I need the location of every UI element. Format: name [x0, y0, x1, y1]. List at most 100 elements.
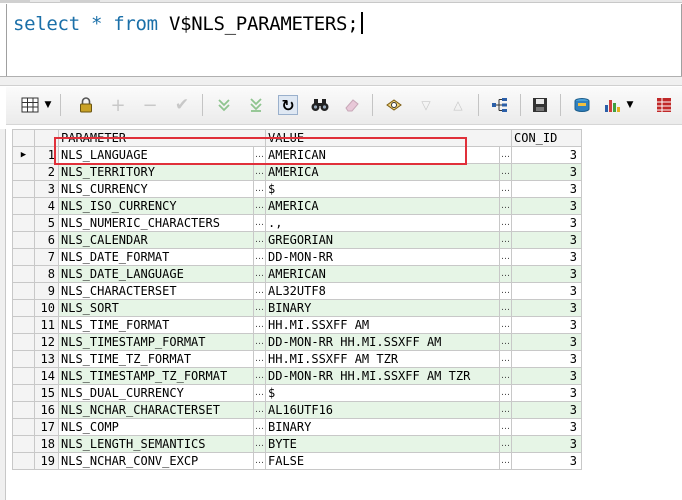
parameter-cell[interactable]: NLS_DUAL_CURRENCY — [58, 384, 254, 402]
chevron-down-icon[interactable]: ▼ — [42, 95, 54, 115]
table-row[interactable]: 19 NLS_NCHAR_CONV_EXCP… FALSE… 3 — [12, 452, 582, 470]
parameter-ellipsis-button[interactable]: … — [253, 146, 266, 164]
con-id-cell[interactable]: 3 — [511, 316, 582, 334]
value-ellipsis-button[interactable]: … — [499, 248, 512, 266]
con-id-cell[interactable]: 3 — [511, 452, 582, 470]
parameter-ellipsis-button[interactable]: … — [253, 316, 266, 334]
value-cell[interactable]: AMERICA — [265, 197, 500, 215]
value-ellipsis-button[interactable]: … — [499, 180, 512, 198]
value-ellipsis-button[interactable]: … — [499, 452, 512, 470]
parameter-ellipsis-button[interactable]: … — [253, 282, 266, 300]
parameter-cell[interactable]: NLS_TIMESTAMP_TZ_FORMAT — [58, 367, 254, 385]
value-ellipsis-button[interactable]: … — [499, 214, 512, 232]
parameter-ellipsis-button[interactable]: … — [253, 265, 266, 283]
chevron-down-icon[interactable]: ▼ — [624, 95, 636, 115]
value-cell[interactable]: HH.MI.SSXFF AM — [265, 316, 500, 334]
value-ellipsis-button[interactable]: … — [499, 350, 512, 368]
con-id-cell[interactable]: 3 — [511, 350, 582, 368]
parameter-cell[interactable]: NLS_NUMERIC_CHARACTERS — [58, 214, 254, 232]
parameter-ellipsis-button[interactable]: … — [253, 350, 266, 368]
parameter-cell[interactable]: NLS_SORT — [58, 299, 254, 317]
refresh-icon[interactable]: ↻ — [278, 95, 298, 115]
delete-row-icon[interactable]: − — [140, 95, 160, 116]
con-id-cell[interactable]: 3 — [511, 231, 582, 249]
save-icon[interactable] — [530, 95, 550, 115]
parameter-ellipsis-button[interactable]: … — [253, 231, 266, 249]
parameter-ellipsis-button[interactable]: … — [253, 384, 266, 402]
column-header-con-id[interactable]: CON_ID — [511, 129, 582, 147]
con-id-cell[interactable]: 3 — [511, 282, 582, 300]
con-id-cell[interactable]: 3 — [511, 418, 582, 436]
parameter-cell[interactable]: NLS_DATE_FORMAT — [58, 248, 254, 266]
parameter-ellipsis-button[interactable]: … — [253, 452, 266, 470]
fetch-last-icon[interactable] — [246, 95, 266, 115]
row-number-cell[interactable]: 18 — [34, 435, 59, 453]
row-number-cell[interactable]: 3 — [34, 180, 59, 198]
value-cell[interactable]: AMERICAN — [265, 265, 500, 283]
parameter-ellipsis-button[interactable]: … — [253, 367, 266, 385]
parameter-cell[interactable]: NLS_LENGTH_SEMANTICS — [58, 435, 254, 453]
column-header-parameter[interactable]: PARAMETER — [58, 129, 266, 147]
eraser-icon[interactable] — [342, 95, 362, 115]
parameter-ellipsis-button[interactable]: … — [253, 333, 266, 351]
parameter-cell[interactable]: NLS_DATE_LANGUAGE — [58, 265, 254, 283]
row-number-cell[interactable]: 2 — [34, 163, 59, 181]
value-ellipsis-button[interactable]: … — [499, 418, 512, 436]
row-number-cell[interactable]: 13 — [34, 350, 59, 368]
value-cell[interactable]: AL32UTF8 — [265, 282, 500, 300]
table-row[interactable]: 10 NLS_SORT… BINARY… 3 — [12, 299, 582, 317]
value-ellipsis-button[interactable]: … — [499, 384, 512, 402]
row-number-cell[interactable]: 10 — [34, 299, 59, 317]
parameter-cell[interactable]: NLS_TIMESTAMP_FORMAT — [58, 333, 254, 351]
table-row[interactable]: 3 NLS_CURRENCY… $… 3 — [12, 180, 582, 198]
value-cell[interactable]: ., — [265, 214, 500, 232]
con-id-cell[interactable]: 3 — [511, 435, 582, 453]
parameter-ellipsis-button[interactable]: … — [253, 180, 266, 198]
con-id-cell[interactable]: 3 — [511, 146, 582, 164]
tree-view-icon[interactable] — [490, 95, 510, 115]
parameter-cell[interactable]: NLS_NCHAR_CONV_EXCP — [58, 452, 254, 470]
parameter-ellipsis-button[interactable]: … — [253, 248, 266, 266]
table-row[interactable]: 7 NLS_DATE_FORMAT… DD-MON-RR… 3 — [12, 248, 582, 266]
table-row[interactable]: 8 NLS_DATE_LANGUAGE… AMERICAN… 3 — [12, 265, 582, 283]
table-row[interactable]: 18 NLS_LENGTH_SEMANTICS… BYTE… 3 — [12, 435, 582, 453]
table-row[interactable]: ▶ 1 NLS_LANGUAGE… AMERICAN… 3 — [12, 146, 582, 164]
table-row[interactable]: 17 NLS_COMP… BINARY… 3 — [12, 418, 582, 436]
value-cell[interactable]: $ — [265, 180, 500, 198]
row-number-cell[interactable]: 1 — [34, 146, 59, 164]
parameter-cell[interactable]: NLS_LANGUAGE — [58, 146, 254, 164]
value-cell[interactable]: GREGORIAN — [265, 231, 500, 249]
tab[interactable] — [60, 0, 100, 3]
checkmark-icon[interactable]: ✔ — [172, 95, 192, 115]
parameter-cell[interactable]: NLS_NCHAR_CHARACTERSET — [58, 401, 254, 419]
row-number-cell[interactable]: 19 — [34, 452, 59, 470]
column-header-value[interactable]: VALUE — [265, 129, 512, 147]
value-cell[interactable]: AL16UTF16 — [265, 401, 500, 419]
row-number-cell[interactable]: 8 — [34, 265, 59, 283]
parameter-cell[interactable]: NLS_TIME_FORMAT — [58, 316, 254, 334]
filter-up-icon[interactable]: △ — [448, 95, 468, 115]
con-id-cell[interactable]: 3 — [511, 333, 582, 351]
row-number-cell[interactable]: 6 — [34, 231, 59, 249]
editor-splitter[interactable] — [0, 76, 682, 86]
query-by-example-icon[interactable] — [384, 95, 404, 115]
sql-editor[interactable]: select * from V$NLS_PARAMETERS; — [6, 4, 682, 76]
value-cell[interactable]: DD-MON-RR HH.MI.SSXFF AM — [265, 333, 500, 351]
tab[interactable] — [0, 0, 30, 3]
value-cell[interactable]: BINARY — [265, 299, 500, 317]
table-row[interactable]: 16 NLS_NCHAR_CHARACTERSET… AL16UTF16… 3 — [12, 401, 582, 419]
con-id-cell[interactable]: 3 — [511, 214, 582, 232]
table-row[interactable]: 13 NLS_TIME_TZ_FORMAT… HH.MI.SSXFF AM TZR…… — [12, 350, 582, 368]
value-ellipsis-button[interactable]: … — [499, 197, 512, 215]
table-row[interactable]: 4 NLS_ISO_CURRENCY… AMERICA… 3 — [12, 197, 582, 215]
con-id-cell[interactable]: 3 — [511, 299, 582, 317]
value-cell[interactable]: FALSE — [265, 452, 500, 470]
value-cell[interactable]: DD-MON-RR HH.MI.SSXFF AM TZR — [265, 367, 500, 385]
con-id-cell[interactable]: 3 — [511, 180, 582, 198]
row-number-cell[interactable]: 16 — [34, 401, 59, 419]
value-cell[interactable]: DD-MON-RR — [265, 248, 500, 266]
parameter-ellipsis-button[interactable]: … — [253, 401, 266, 419]
value-cell[interactable]: AMERICAN — [265, 146, 500, 164]
value-cell[interactable]: HH.MI.SSXFF AM TZR — [265, 350, 500, 368]
con-id-cell[interactable]: 3 — [511, 163, 582, 181]
